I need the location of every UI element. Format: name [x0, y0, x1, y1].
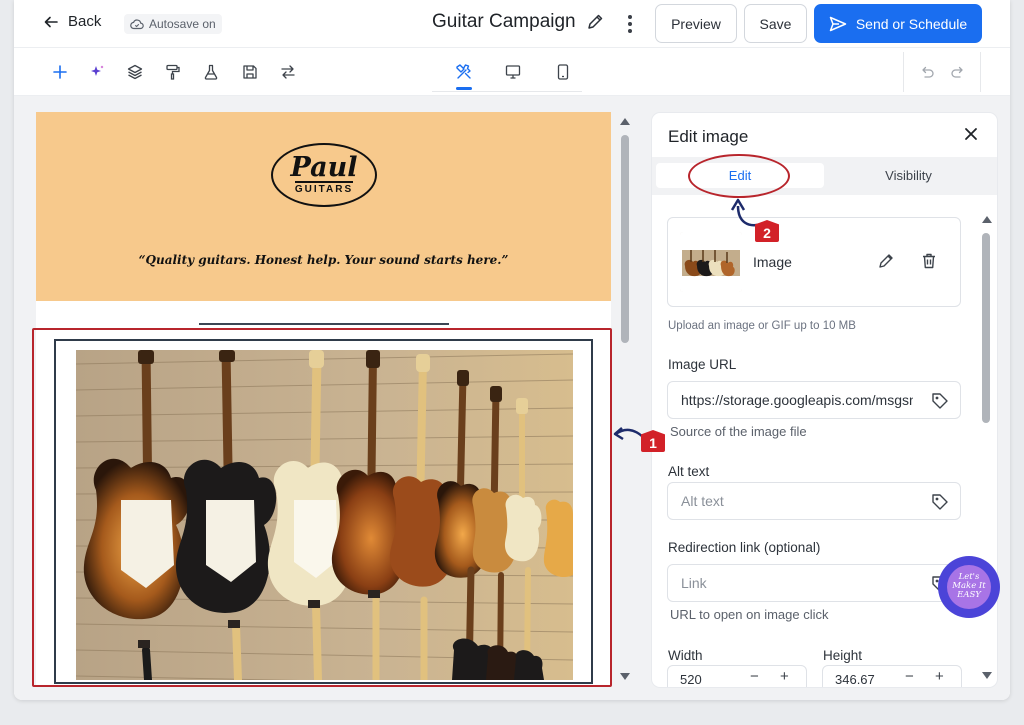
panel-title: Edit image [668, 127, 749, 146]
image-url-field[interactable]: https://storage.googleapis.com/msgsndr/ [667, 381, 961, 419]
cloud-check-icon [130, 19, 144, 30]
back-label: Back [68, 13, 102, 30]
brand-logo: Paul GUITARS [271, 143, 377, 207]
plus-icon[interactable] [50, 62, 70, 82]
arrow-left-icon [44, 16, 58, 27]
tag-icon[interactable] [930, 391, 950, 411]
height-label: Height [823, 648, 863, 663]
floppy-disk-icon[interactable] [240, 62, 260, 82]
layers-icon[interactable] [125, 62, 145, 82]
width-value: 520 [680, 671, 702, 687]
redo-icon[interactable] [948, 62, 968, 82]
height-value: 346.67 [835, 671, 875, 687]
image-card-label: Image [753, 254, 792, 270]
scroll-down-icon[interactable] [619, 670, 631, 682]
mobile-icon[interactable] [553, 62, 573, 82]
width-label: Width [668, 648, 703, 663]
panel-scroll-thumb[interactable] [982, 233, 990, 423]
save-button[interactable]: Save [744, 4, 807, 43]
alt-text-field[interactable]: Alt text [667, 482, 961, 520]
plus-icon[interactable]: + [780, 668, 789, 685]
upload-hint: Upload an image or GIF up to 10 MB [668, 320, 856, 332]
send-label: Send or Schedule [855, 15, 968, 32]
email-header[interactable]: Paul GUITARS “Quality guitars. Honest he… [36, 112, 611, 301]
image-url-label: Image URL [668, 357, 737, 372]
minus-icon[interactable]: − [750, 668, 759, 685]
flask-icon[interactable] [201, 62, 221, 82]
image-url-value: https://storage.googleapis.com/msgsndr/ [681, 392, 913, 408]
close-icon[interactable] [962, 125, 980, 143]
more-options-icon[interactable] [624, 12, 636, 36]
email-tagline[interactable]: “Quality guitars. Honest help. Your soun… [36, 253, 611, 267]
trash-icon[interactable] [919, 251, 939, 271]
pencil-icon[interactable] [586, 13, 604, 31]
sparkle-icon[interactable] [87, 62, 107, 82]
watermark-sticker: Let's Make It EASY [938, 556, 1000, 618]
device-tools-divider [432, 91, 582, 92]
scroll-up-icon[interactable] [619, 116, 631, 128]
preview-button[interactable]: Preview [655, 4, 737, 43]
autosave-label: Autosave on [149, 17, 216, 31]
swap-arrows-icon[interactable] [278, 62, 298, 82]
send-or-schedule-button[interactable]: Send or Schedule [814, 4, 982, 43]
back-button[interactable]: Back [44, 13, 101, 30]
image-thumbnail [680, 232, 742, 292]
active-tool-indicator [456, 87, 472, 90]
send-icon [829, 16, 847, 31]
sticker-text: Let's Make It EASY [947, 565, 991, 609]
height-stepper[interactable]: 346.67 − + [822, 665, 962, 687]
width-stepper[interactable]: 520 − + [667, 665, 807, 687]
image-card: Image [667, 217, 961, 307]
step-badge-1: 1 [641, 430, 665, 452]
tab-visibility[interactable]: Visibility [824, 163, 993, 188]
redirect-link-field[interactable]: Link [667, 564, 961, 602]
redirect-placeholder: Link [681, 575, 707, 591]
email-divider[interactable] [199, 323, 449, 325]
redirect-label: Redirection link (optional) [668, 540, 821, 555]
tag-icon[interactable] [930, 492, 950, 512]
desktop-icon[interactable] [503, 62, 523, 82]
curved-arrow-1-icon [613, 427, 645, 441]
plus-icon[interactable]: + [935, 668, 944, 685]
design-tools-icon[interactable] [454, 62, 474, 82]
campaign-title[interactable]: Guitar Campaign [432, 11, 576, 33]
editor-window: Back Autosave on Guitar Campaign Preview… [14, 0, 1010, 700]
autosave-status: Autosave on [124, 14, 222, 34]
alt-text-label: Alt text [668, 464, 710, 479]
step-badge-2: 2 [755, 220, 779, 242]
redirect-helper: URL to open on image click [670, 607, 829, 622]
history-divider [903, 52, 904, 92]
minus-icon[interactable]: − [905, 668, 914, 685]
canvas-scroll-thumb[interactable] [621, 135, 629, 343]
logo-sub: GUITARS [294, 181, 354, 195]
history-divider-right [980, 52, 981, 92]
edit-tab-highlight [688, 154, 790, 198]
campaign-title-group: Guitar Campaign [432, 11, 604, 33]
logo-name: Paul [290, 152, 358, 183]
paint-roller-icon[interactable] [163, 62, 183, 82]
top-bar: Back Autosave on Guitar Campaign Preview… [14, 0, 1010, 48]
alt-text-placeholder: Alt text [681, 493, 724, 509]
image-url-helper: Source of the image file [670, 424, 807, 439]
panel-scroll-down-icon[interactable] [981, 669, 993, 681]
pencil-icon[interactable] [876, 251, 896, 271]
panel-scroll-up-icon[interactable] [981, 214, 993, 226]
undo-icon[interactable] [917, 62, 937, 82]
selected-block-outline [32, 328, 612, 687]
